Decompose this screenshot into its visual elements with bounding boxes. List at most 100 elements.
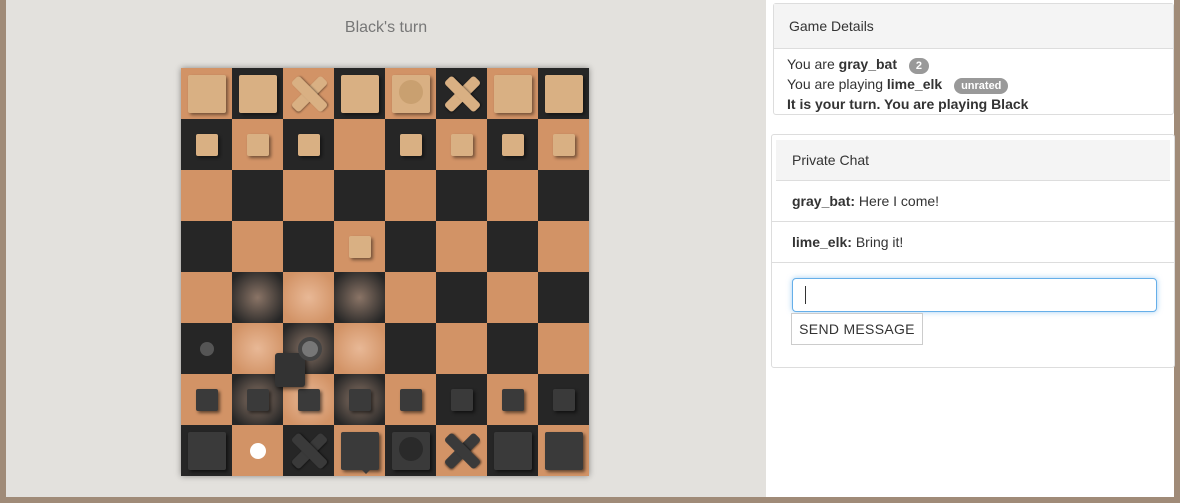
board-square[interactable] <box>334 425 385 476</box>
board-square[interactable] <box>538 425 589 476</box>
board-square[interactable] <box>538 119 589 170</box>
light-knight-piece[interactable] <box>493 74 532 113</box>
board-square[interactable] <box>232 68 283 119</box>
board-square[interactable] <box>283 425 334 476</box>
board-square[interactable] <box>538 323 589 374</box>
board-square[interactable] <box>181 374 232 425</box>
board-square[interactable] <box>487 119 538 170</box>
dark-rook-piece[interactable] <box>544 431 583 470</box>
move-target-dot[interactable] <box>199 341 214 356</box>
board-square[interactable] <box>436 323 487 374</box>
board-square[interactable] <box>283 68 334 119</box>
board-square[interactable] <box>181 425 232 476</box>
board-square[interactable] <box>538 68 589 119</box>
move-target-dot[interactable] <box>249 442 266 459</box>
board-square[interactable] <box>385 68 436 119</box>
board-square[interactable] <box>232 425 283 476</box>
board-square[interactable] <box>538 170 589 221</box>
board-square[interactable] <box>232 272 283 323</box>
light-pawn-piece[interactable] <box>399 133 422 156</box>
light-queen-piece[interactable] <box>391 74 430 113</box>
dark-knight-piece[interactable] <box>493 431 532 470</box>
light-pawn-piece[interactable] <box>501 133 524 156</box>
dark-pawn-piece[interactable] <box>552 388 575 411</box>
board-square[interactable] <box>334 323 385 374</box>
board-square[interactable] <box>487 374 538 425</box>
dark-pawn-piece[interactable] <box>348 388 371 411</box>
light-rook-piece[interactable] <box>544 74 583 113</box>
board-square[interactable] <box>334 272 385 323</box>
light-pawn-piece[interactable] <box>348 235 371 258</box>
dark-pawn-piece[interactable] <box>399 388 422 411</box>
board-square[interactable] <box>436 272 487 323</box>
board-square[interactable] <box>283 119 334 170</box>
board-square[interactable] <box>385 425 436 476</box>
light-pawn-piece[interactable] <box>246 133 269 156</box>
board-square[interactable] <box>436 68 487 119</box>
dark-pawn-piece[interactable] <box>195 388 218 411</box>
board-square[interactable] <box>487 221 538 272</box>
light-pawn-piece[interactable] <box>195 133 218 156</box>
selected-piece[interactable] <box>275 353 305 387</box>
opponent-name[interactable]: lime_elk <box>887 76 942 92</box>
light-king-piece[interactable] <box>340 74 379 113</box>
board-square[interactable] <box>538 272 589 323</box>
board-square[interactable] <box>436 374 487 425</box>
light-knight-piece[interactable] <box>238 74 277 113</box>
board-square[interactable] <box>385 170 436 221</box>
board-square[interactable] <box>334 221 385 272</box>
board-square[interactable] <box>275 323 334 387</box>
board-square[interactable] <box>538 221 589 272</box>
board-square[interactable] <box>385 323 436 374</box>
light-pawn-piece[interactable] <box>552 133 575 156</box>
dark-pawn-piece[interactable] <box>297 388 320 411</box>
board-square[interactable] <box>283 170 334 221</box>
board-square[interactable] <box>487 272 538 323</box>
board-square[interactable] <box>436 425 487 476</box>
dark-king-piece[interactable] <box>340 431 379 474</box>
board-square[interactable] <box>181 119 232 170</box>
dark-pawn-piece[interactable] <box>246 388 269 411</box>
board-square[interactable] <box>385 119 436 170</box>
board-square[interactable] <box>334 119 385 170</box>
board-square[interactable] <box>487 170 538 221</box>
dark-queen-piece[interactable] <box>391 431 430 470</box>
chat-input[interactable] <box>792 278 1157 312</box>
board-square[interactable] <box>487 68 538 119</box>
board-square[interactable] <box>283 221 334 272</box>
board-square[interactable] <box>436 170 487 221</box>
board-square[interactable] <box>181 272 232 323</box>
light-x-piece[interactable] <box>290 75 328 113</box>
dark-x-piece[interactable] <box>290 432 328 470</box>
light-pawn-piece[interactable] <box>450 133 473 156</box>
chess-board[interactable] <box>181 68 589 476</box>
dark-x-piece[interactable] <box>443 432 481 470</box>
board-square[interactable] <box>436 119 487 170</box>
dark-rook-piece[interactable] <box>187 431 226 470</box>
send-message-button[interactable]: SEND MESSAGE <box>791 313 923 345</box>
board-square[interactable] <box>181 68 232 119</box>
board-square[interactable] <box>181 170 232 221</box>
board-square[interactable] <box>487 323 538 374</box>
board-square[interactable] <box>334 68 385 119</box>
dark-pawn-piece[interactable] <box>450 388 473 411</box>
board-square[interactable] <box>385 272 436 323</box>
board-square[interactable] <box>385 374 436 425</box>
dark-pawn-piece[interactable] <box>501 388 524 411</box>
player-name[interactable]: gray_bat <box>839 56 897 72</box>
board-square[interactable] <box>283 272 334 323</box>
board-square[interactable] <box>232 119 283 170</box>
board-square[interactable] <box>487 425 538 476</box>
light-rook-piece[interactable] <box>187 74 226 113</box>
board-square[interactable] <box>385 221 436 272</box>
light-x-piece[interactable] <box>443 75 481 113</box>
light-pawn-piece[interactable] <box>297 133 320 156</box>
board-square[interactable] <box>232 170 283 221</box>
board-square[interactable] <box>436 221 487 272</box>
board-square[interactable] <box>334 374 385 425</box>
board-square[interactable] <box>181 221 232 272</box>
board-square[interactable] <box>538 374 589 425</box>
board-square[interactable] <box>232 221 283 272</box>
board-square[interactable] <box>334 170 385 221</box>
board-square[interactable] <box>181 323 232 374</box>
